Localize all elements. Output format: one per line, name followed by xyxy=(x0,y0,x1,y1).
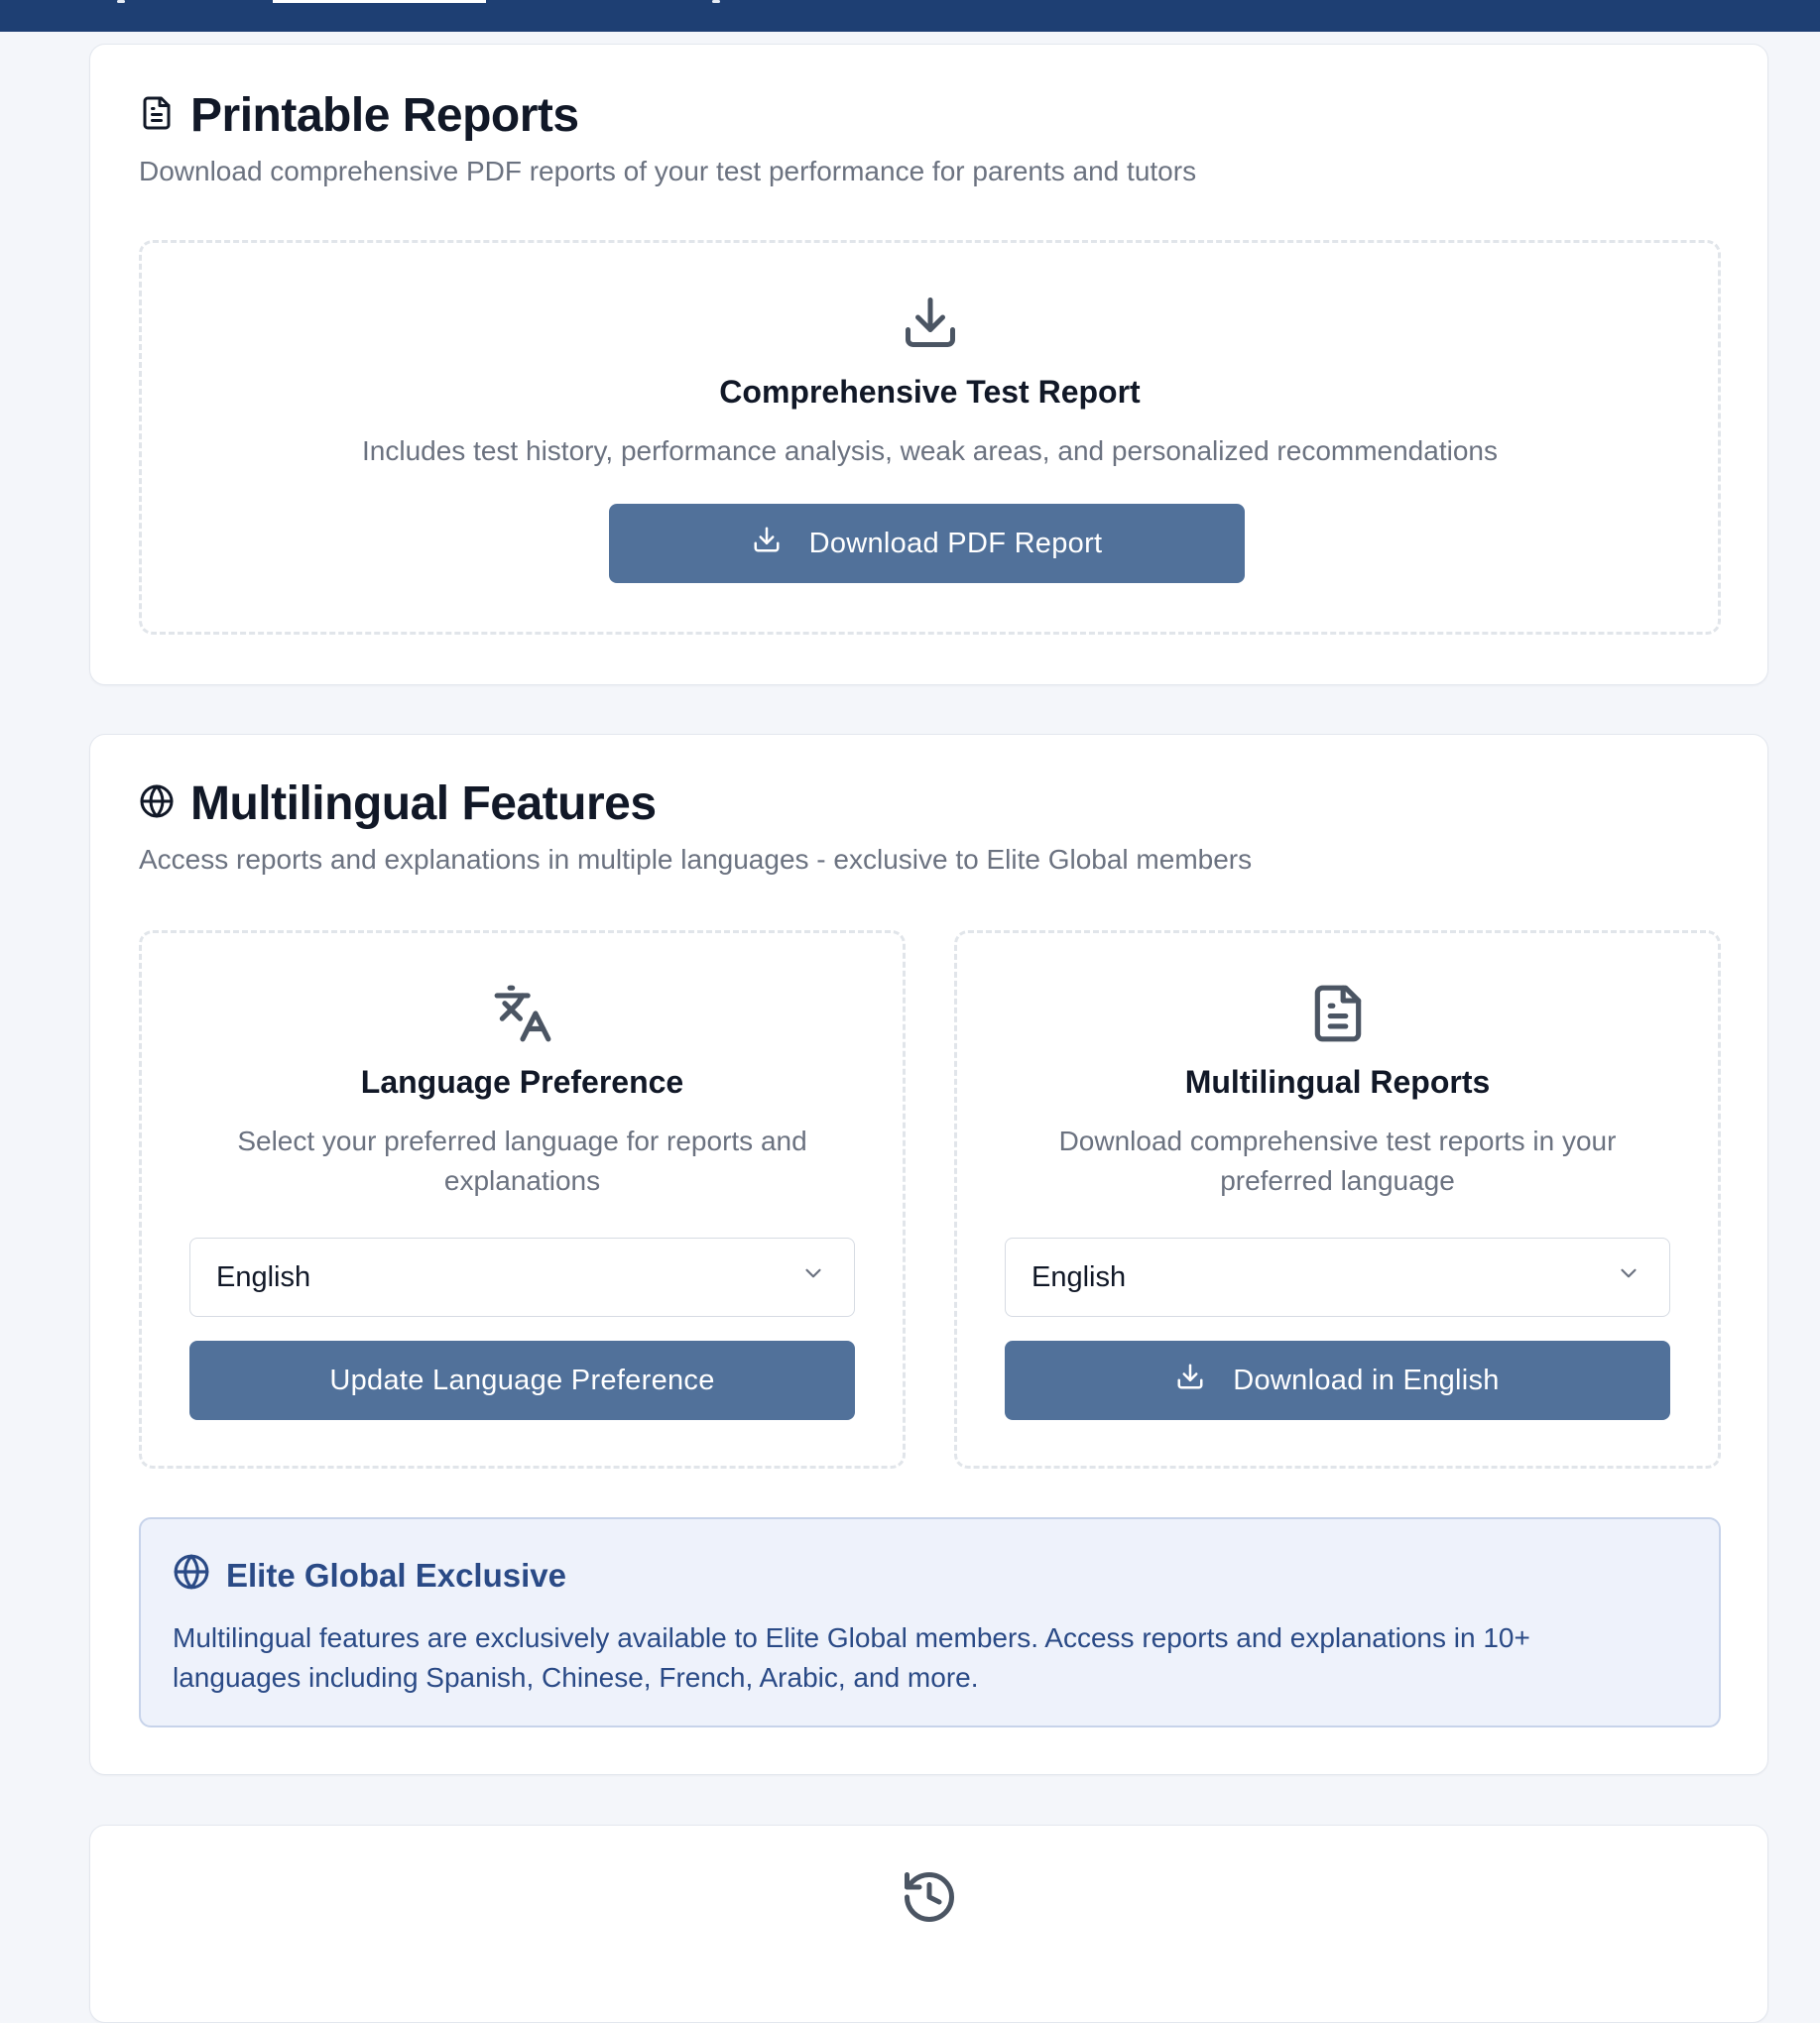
report-language-selected: English xyxy=(1031,1260,1127,1293)
globe-icon xyxy=(139,776,175,831)
comprehensive-report-box: Comprehensive Test Report Includes test … xyxy=(139,240,1721,635)
download-icon xyxy=(752,525,782,562)
languages-icon xyxy=(142,983,903,1044)
update-language-preference-label: Update Language Preference xyxy=(329,1364,715,1396)
language-preference-title: Language Preference xyxy=(360,1064,684,1100)
elite-global-notice-title: Elite Global Exclusive xyxy=(226,1557,566,1594)
nav-active-link-underline[interactable] xyxy=(273,0,486,3)
elite-global-notice: Elite Global Exclusive Multilingual feat… xyxy=(139,1517,1721,1727)
chevron-down-icon xyxy=(1616,1260,1641,1294)
nav-item-fragment[interactable] xyxy=(712,0,720,3)
globe-icon xyxy=(173,1553,210,1599)
chevron-down-icon xyxy=(800,1260,826,1294)
multilingual-reports-box: Multilingual Reports Download comprehens… xyxy=(954,930,1721,1469)
download-icon xyxy=(142,293,1718,352)
elite-global-notice-body: Multilingual features are exclusively av… xyxy=(173,1622,1530,1693)
report-title: Comprehensive Test Report xyxy=(719,374,1141,410)
printable-reports-card: Printable Reports Download comprehensive… xyxy=(89,44,1768,685)
update-language-preference-button[interactable]: Update Language Preference xyxy=(189,1341,855,1420)
multilingual-reports-title: Multilingual Reports xyxy=(1184,1064,1491,1100)
download-icon xyxy=(1175,1362,1205,1399)
download-in-language-button[interactable]: Download in English xyxy=(1005,1341,1670,1420)
download-in-language-label: Download in English xyxy=(1233,1364,1500,1396)
multilingual-features-subtitle: Access reports and explanations in multi… xyxy=(139,844,1253,875)
file-text-icon xyxy=(139,88,175,143)
page-section-title: Printable Reports xyxy=(190,89,579,142)
language-preference-description: Select your preferred language for repor… xyxy=(237,1126,807,1196)
download-pdf-report-label: Download PDF Report xyxy=(808,527,1103,559)
multilingual-features-card: Multilingual Features Access reports and… xyxy=(89,734,1768,1775)
download-pdf-report-button[interactable]: Download PDF Report xyxy=(609,504,1245,583)
report-description: Includes test history, performance analy… xyxy=(362,435,1498,466)
language-preference-select[interactable]: English xyxy=(189,1238,855,1317)
multilingual-reports-description: Download comprehensive test reports in y… xyxy=(1058,1126,1617,1196)
top-nav-bar xyxy=(0,0,1820,32)
printable-reports-subtitle: Download comprehensive PDF reports of yo… xyxy=(139,156,1197,186)
report-language-select[interactable]: English xyxy=(1005,1238,1670,1317)
language-preference-box: Language Preference Select your preferre… xyxy=(139,930,906,1469)
history-icon xyxy=(90,1867,1767,1927)
nav-item-fragment[interactable] xyxy=(117,0,125,3)
elite-global-notice-heading: Elite Global Exclusive xyxy=(173,1553,566,1599)
page-section-title: Multilingual Features xyxy=(190,777,657,830)
multilingual-features-heading: Multilingual Features xyxy=(139,776,657,831)
history-card xyxy=(89,1825,1768,2023)
file-text-icon xyxy=(957,983,1718,1044)
printable-reports-heading: Printable Reports xyxy=(139,88,579,143)
language-preference-selected: English xyxy=(216,1260,311,1293)
